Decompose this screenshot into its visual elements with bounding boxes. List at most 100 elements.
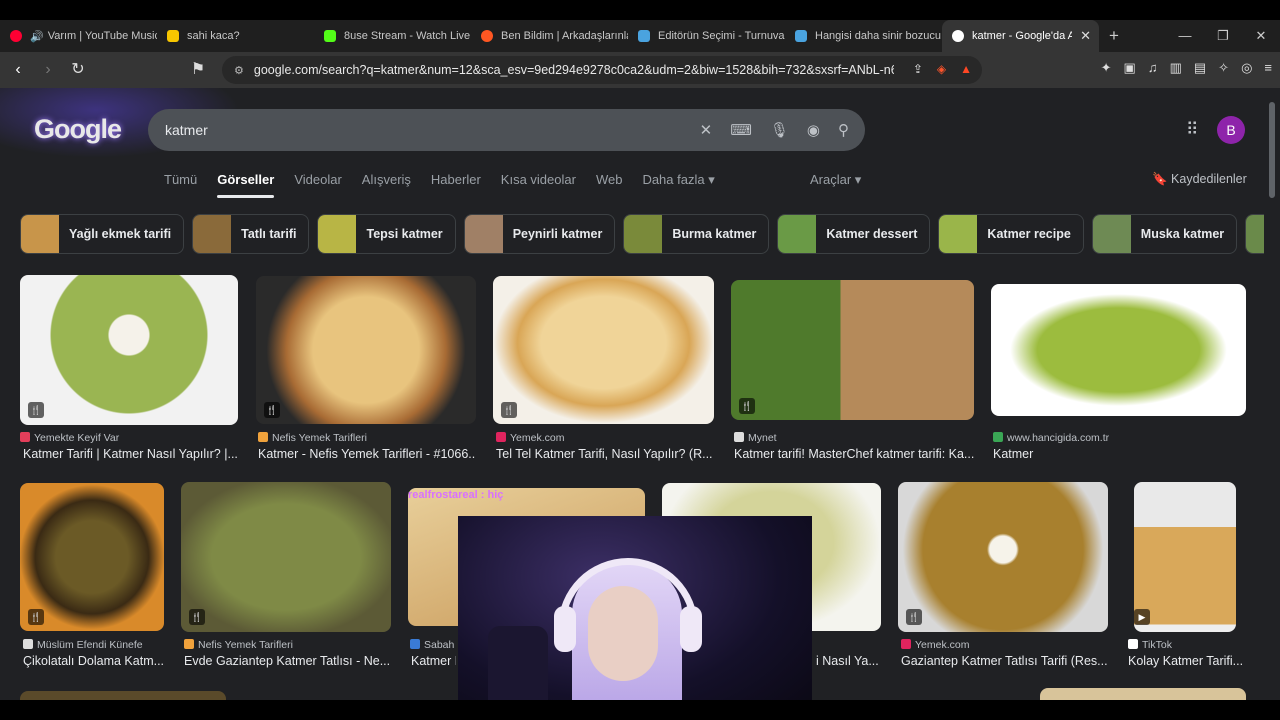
- result-source[interactable]: Yemek.com: [901, 639, 1106, 651]
- result-source[interactable]: Yemekte Keyif Var: [20, 432, 238, 444]
- address-bar[interactable]: ⚙ google.com/search?q=katmer&num=12&sca_…: [222, 56, 982, 84]
- search-icon[interactable]: ⚲: [838, 121, 849, 139]
- restore-icon[interactable]: ❐: [1204, 20, 1242, 52]
- result-image[interactable]: [256, 276, 476, 424]
- tab-google-katmer[interactable]: katmer - Google'da Ara ✕: [942, 20, 1099, 52]
- minimize-icon[interactable]: —: [1166, 20, 1204, 52]
- result-title[interactable]: Katmer: [993, 447, 1243, 461]
- tab-youtube-music[interactable]: 🔊 Varım | YouTube Music: [0, 20, 157, 52]
- scroll-thumb[interactable]: [1269, 102, 1275, 198]
- back-icon[interactable]: ‹: [6, 58, 30, 82]
- tab-turnuva[interactable]: Editörün Seçimi - Turnuva: [628, 20, 785, 52]
- tab-hangisi[interactable]: Hangisi daha sinir bozucu: [785, 20, 942, 52]
- saved-button[interactable]: 🔖 Kaydedilenler: [1152, 172, 1247, 187]
- chip[interactable]: Burma katmer: [623, 214, 770, 254]
- result-image[interactable]: [898, 482, 1108, 632]
- result-source[interactable]: Müslüm Efendi Künefe: [23, 639, 163, 651]
- result-image[interactable]: [731, 280, 974, 420]
- page-scrollbar[interactable]: [1264, 88, 1280, 700]
- clear-icon[interactable]: ✕: [700, 121, 713, 139]
- wallet-icon[interactable]: ▤: [1194, 60, 1206, 76]
- result-title[interactable]: Katmer Tarifi | Katmer Nasıl Yapılır? |.…: [23, 447, 238, 461]
- result-source[interactable]: www.hancigida.com.tr: [993, 432, 1243, 444]
- avatar[interactable]: B: [1217, 116, 1245, 144]
- result-title[interactable]: Katmer N: [411, 654, 456, 668]
- tab-short-videos[interactable]: Kısa videolar: [501, 172, 576, 188]
- brave-rewards-icon[interactable]: ▲: [960, 62, 972, 76]
- lens-icon[interactable]: ◉: [807, 121, 820, 139]
- result-image[interactable]: [20, 275, 238, 425]
- result-image[interactable]: [1040, 688, 1246, 700]
- menu-icon[interactable]: ≡: [1264, 60, 1272, 76]
- url-text[interactable]: google.com/search?q=katmer&num=12&sca_es…: [254, 63, 894, 77]
- result-title[interactable]: Katmer - Nefis Yemek Tarifleri - #1066..…: [258, 447, 476, 461]
- site-icon: [795, 30, 807, 42]
- keyboard-icon[interactable]: ⌨: [730, 121, 752, 139]
- result-title[interactable]: Katmer tarifi! MasterChef katmer tarifi:…: [734, 447, 974, 461]
- mic-icon[interactable]: 🎙: [770, 121, 789, 139]
- tab-shopping[interactable]: Alışveriş: [362, 172, 411, 188]
- close-tab-icon[interactable]: ✕: [1080, 28, 1091, 44]
- close-window-icon[interactable]: ✕: [1242, 20, 1280, 52]
- tab-ben-bildim[interactable]: Ben Bildim | Arkadaşlarınla: [471, 20, 628, 52]
- tab-web[interactable]: Web: [596, 172, 623, 188]
- bookmark-icon[interactable]: ⚑: [186, 58, 210, 82]
- result-image[interactable]: [991, 284, 1246, 416]
- result-source[interactable]: TikTok: [1128, 639, 1238, 651]
- google-icon: [952, 30, 964, 42]
- headphones: [558, 558, 698, 638]
- tab-images[interactable]: Görseller: [217, 172, 275, 198]
- chip[interactable]: Tepsi katmer: [317, 214, 456, 254]
- chip[interactable]: Katmer dessert: [777, 214, 931, 254]
- result-title[interactable]: Gaziantep Katmer Tatlısı Tarifi (Res...: [901, 654, 1108, 668]
- chip[interactable]: Tatlı tarifi: [192, 214, 310, 254]
- leo-icon[interactable]: ✧: [1218, 60, 1229, 76]
- search-tabs: Tümü Görseller Videolar Alışveriş Haberl…: [164, 172, 715, 198]
- site-info-icon[interactable]: ⚙: [234, 64, 244, 77]
- tab-all[interactable]: Tümü: [164, 172, 197, 188]
- tab-title: Varım | YouTube Music: [47, 30, 157, 42]
- result-title[interactable]: Evde Gaziantep Katmer Tatlısı - Ne...: [184, 654, 389, 668]
- result-source[interactable]: Nefis Yemek Tarifleri: [258, 432, 476, 444]
- result-source[interactable]: Nefis Yemek Tarifleri: [184, 639, 389, 651]
- forward-icon[interactable]: ›: [36, 58, 60, 82]
- browser-toolbar: ‹ › ↻ ⚑ ⚙ google.com/search?q=katmer&num…: [0, 52, 1280, 88]
- result-title[interactable]: i Nasıl Ya...: [816, 654, 886, 668]
- result-source[interactable]: Mynet: [734, 432, 974, 444]
- extensions-icon[interactable]: ✦: [1101, 60, 1112, 76]
- result-source[interactable]: Yemek.com: [496, 432, 714, 444]
- result-title[interactable]: Tel Tel Katmer Tarifi, Nasıl Yapılır? (R…: [496, 447, 714, 461]
- google-logo[interactable]: Google: [34, 114, 122, 145]
- chip-thumbnail: [778, 215, 817, 253]
- chip[interactable]: K: [1245, 214, 1264, 254]
- speaker-icon[interactable]: 🔊: [30, 30, 44, 43]
- tab-kick-stream[interactable]: 8use Stream - Watch Live o: [314, 20, 471, 52]
- apps-icon[interactable]: ⠿: [1186, 120, 1198, 140]
- music-icon[interactable]: ♫: [1148, 60, 1158, 76]
- result-image[interactable]: [181, 482, 391, 632]
- result-image[interactable]: [20, 691, 226, 700]
- chip[interactable]: Yağlı ekmek tarifi: [20, 214, 185, 254]
- result-title[interactable]: Kolay Katmer Tarifi...: [1128, 654, 1246, 668]
- tab-videos[interactable]: Videolar: [294, 172, 341, 188]
- sidebar-icon[interactable]: ▥: [1170, 60, 1182, 76]
- result-title[interactable]: Çikolatalı Dolama Katm...: [23, 654, 166, 668]
- brave-shield-icon[interactable]: ◈: [937, 62, 946, 76]
- new-tab-button[interactable]: +: [1099, 26, 1129, 46]
- chip-label: Peynirli katmer: [512, 227, 603, 241]
- search-box[interactable]: katmer ✕ ⌨ 🎙 ◉ ⚲: [148, 109, 865, 151]
- chip[interactable]: Katmer recipe: [938, 214, 1084, 254]
- chip[interactable]: Peynirli katmer: [463, 214, 616, 254]
- webcam-overlay: realfrostareal : hiç: [408, 489, 812, 720]
- tools-button[interactable]: Araçlar ▾: [810, 172, 861, 188]
- search-input[interactable]: katmer: [165, 122, 208, 138]
- vpn-icon[interactable]: ◎: [1241, 60, 1252, 76]
- screenshot-icon[interactable]: ▣: [1124, 60, 1136, 76]
- result-image[interactable]: [493, 276, 714, 424]
- tab-more[interactable]: Daha fazla ▾: [642, 172, 714, 188]
- share-icon[interactable]: ⇪: [913, 62, 923, 76]
- reload-icon[interactable]: ↻: [66, 58, 90, 82]
- tab-news[interactable]: Haberler: [431, 172, 481, 188]
- tab-sahi-kaca[interactable]: sahi kaca?: [157, 20, 314, 52]
- chip[interactable]: Muska katmer: [1091, 214, 1238, 254]
